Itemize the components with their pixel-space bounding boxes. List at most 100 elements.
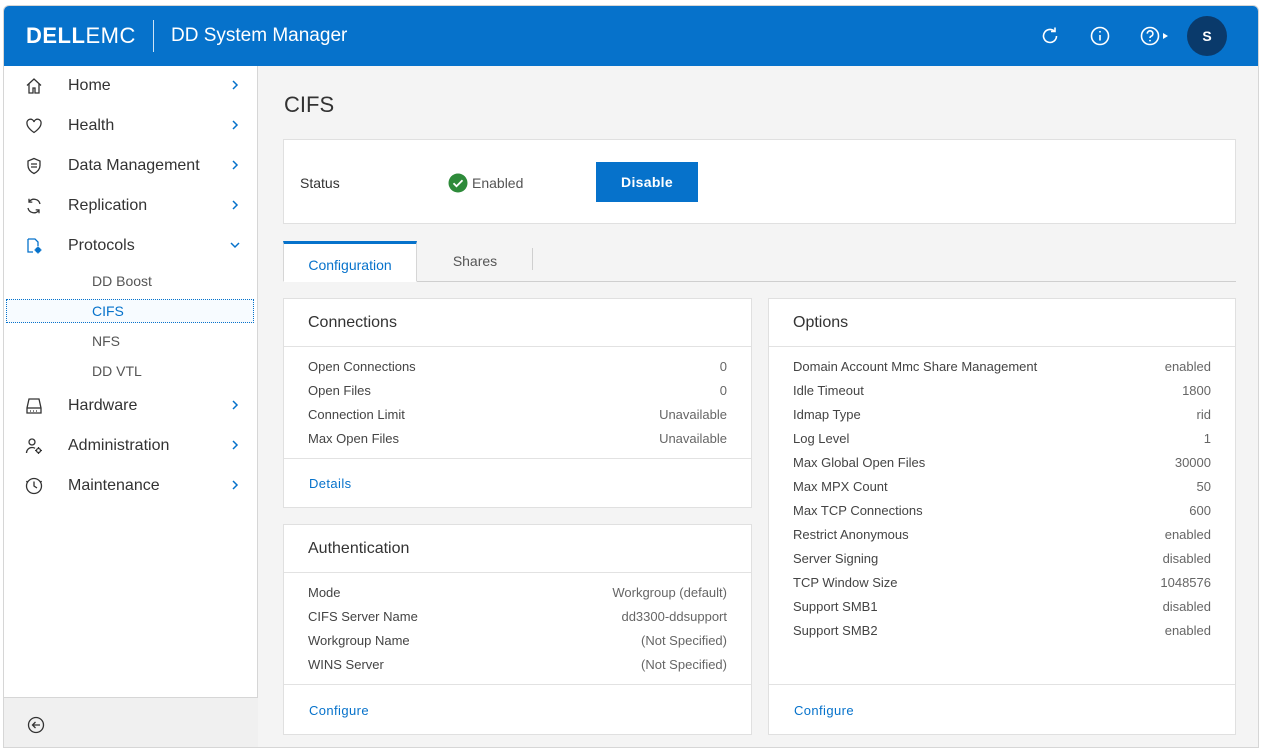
status-label: Status <box>300 175 340 191</box>
chevron-right-icon <box>228 478 242 492</box>
hard-drive-icon <box>24 396 44 416</box>
kv-value: 0 <box>719 383 727 398</box>
card-divider <box>284 346 751 347</box>
kv-value: enabled <box>1164 359 1211 374</box>
kv-key: Workgroup Name <box>308 633 410 648</box>
kv-key: Log Level <box>793 431 850 446</box>
kv-value: (Not Specified) <box>641 657 727 672</box>
authentication-card: Authentication Mode Workgroup (default) C… <box>283 524 752 735</box>
kv-key: CIFS Server Name <box>308 609 418 624</box>
kv-row: Mode Workgroup (default) <box>308 584 727 602</box>
kv-key: Max MPX Count <box>793 479 888 494</box>
details-link[interactable]: Details <box>309 476 352 491</box>
top-header: DELLEMC DD System Manager S <box>4 6 1258 66</box>
card-divider <box>769 346 1235 347</box>
kv-row: Max Open Files Unavailable <box>308 430 727 448</box>
card-divider <box>284 684 751 685</box>
kv-key: Idmap Type <box>793 407 861 422</box>
kv-row: WINS Server (Not Specified) <box>308 656 727 674</box>
chevron-right-icon <box>228 198 242 212</box>
help-menu-icon[interactable] <box>1138 24 1174 48</box>
sidebar-footer <box>4 697 258 747</box>
sidebar-item-health[interactable]: Health <box>4 106 258 146</box>
tab-shares[interactable]: Shares <box>417 241 533 282</box>
kv-row: Support SMB2 enabled <box>793 622 1211 640</box>
tab-bar: Configuration Shares <box>283 241 1236 282</box>
disable-button[interactable]: Disable <box>596 162 698 202</box>
home-icon <box>24 76 44 96</box>
kv-row: Support SMB1 disabled <box>793 598 1211 616</box>
kv-key: Restrict Anonymous <box>793 527 909 542</box>
kv-row: Connection Limit Unavailable <box>308 406 727 424</box>
status-card: Status Enabled Disable <box>283 139 1236 224</box>
info-icon[interactable] <box>1088 24 1112 48</box>
kv-value: 0 <box>719 359 727 374</box>
kv-row: Max Global Open Files 30000 <box>793 454 1211 472</box>
kv-row: Log Level 1 <box>793 430 1211 448</box>
kv-value: 1 <box>1203 431 1211 446</box>
collapse-sidebar-icon[interactable] <box>26 715 46 735</box>
sidebar-item-label: Hardware <box>68 397 138 414</box>
page-title: CIFS <box>284 92 335 117</box>
kv-key: Max Open Files <box>308 431 400 446</box>
kv-row: Idmap Type rid <box>793 406 1211 424</box>
kv-key: Open Files <box>308 383 371 398</box>
sidebar-item-label: Data Management <box>68 157 200 174</box>
card-title: Connections <box>308 314 397 331</box>
status-value: Enabled <box>472 175 524 191</box>
main-content: CIFS Status Enabled Disable Configuratio… <box>259 66 1258 747</box>
sidebar-item-data-management[interactable]: Data Management <box>4 146 258 186</box>
sidebar-item-administration[interactable]: Administration <box>4 426 258 466</box>
user-avatar[interactable]: S <box>1187 16 1227 56</box>
kv-value: 600 <box>1189 503 1211 518</box>
chevron-right-icon <box>228 118 242 132</box>
sidebar-item-label: Maintenance <box>68 477 160 494</box>
sidebar-subitem-dd-vtl[interactable]: DD VTL <box>6 359 254 383</box>
card-title: Options <box>793 314 849 331</box>
kv-value: 1800 <box>1182 383 1211 398</box>
kv-row: Open Connections 0 <box>308 358 727 376</box>
kv-value: (Not Specified) <box>641 633 727 648</box>
clock-icon <box>24 476 44 496</box>
sidebar-item-protocols[interactable]: Protocols <box>4 226 258 266</box>
kv-key: Support SMB1 <box>793 599 878 614</box>
header-divider <box>153 20 154 52</box>
sidebar-item-home[interactable]: Home <box>4 66 258 106</box>
kv-key: Max TCP Connections <box>793 503 923 518</box>
shield-icon <box>24 156 44 176</box>
sidebar-item-hardware[interactable]: Hardware <box>4 386 258 426</box>
kv-row: Restrict Anonymous enabled <box>793 526 1211 544</box>
kv-value: Unavailable <box>659 407 727 422</box>
tab-configuration[interactable]: Configuration <box>283 241 417 282</box>
kv-row: Max TCP Connections 600 <box>793 502 1211 520</box>
app-window: DELLEMC DD System Manager S Home Health … <box>3 5 1259 748</box>
sidebar-subitem-cifs[interactable]: CIFS <box>6 299 254 323</box>
chevron-right-icon <box>228 398 242 412</box>
kv-value: enabled <box>1164 623 1211 638</box>
kv-key: Server Signing <box>793 551 879 566</box>
sidebar-subitem-dd-boost[interactable]: DD Boost <box>6 269 254 293</box>
sidebar-item-label: Home <box>68 77 111 94</box>
refresh-icon[interactable] <box>1038 24 1062 48</box>
kv-value: Unavailable <box>659 431 727 446</box>
kv-row: Max MPX Count 50 <box>793 478 1211 496</box>
chevron-right-icon <box>228 438 242 452</box>
configure-authentication-link[interactable]: Configure <box>309 703 369 718</box>
kv-value: disabled <box>1162 599 1211 614</box>
kv-value: rid <box>1196 407 1211 422</box>
kv-key: Open Connections <box>308 359 416 374</box>
kv-row: Server Signing disabled <box>793 550 1211 568</box>
kv-value: disabled <box>1162 551 1211 566</box>
configure-options-link[interactable]: Configure <box>794 703 854 718</box>
card-divider <box>769 684 1235 685</box>
user-gear-icon <box>24 436 44 456</box>
sidebar-item-maintenance[interactable]: Maintenance <box>4 466 258 506</box>
kv-row: TCP Window Size 1048576 <box>793 574 1211 592</box>
sidebar-item-label: Protocols <box>68 237 135 254</box>
kv-key: Support SMB2 <box>793 623 878 638</box>
kv-row: Domain Account Mmc Share Management enabl… <box>793 358 1211 376</box>
sidebar-item-label: Administration <box>68 437 170 454</box>
sidebar-item-replication[interactable]: Replication <box>4 186 258 226</box>
sidebar-subitem-nfs[interactable]: NFS <box>6 329 254 353</box>
tab-label: Configuration <box>308 257 392 273</box>
